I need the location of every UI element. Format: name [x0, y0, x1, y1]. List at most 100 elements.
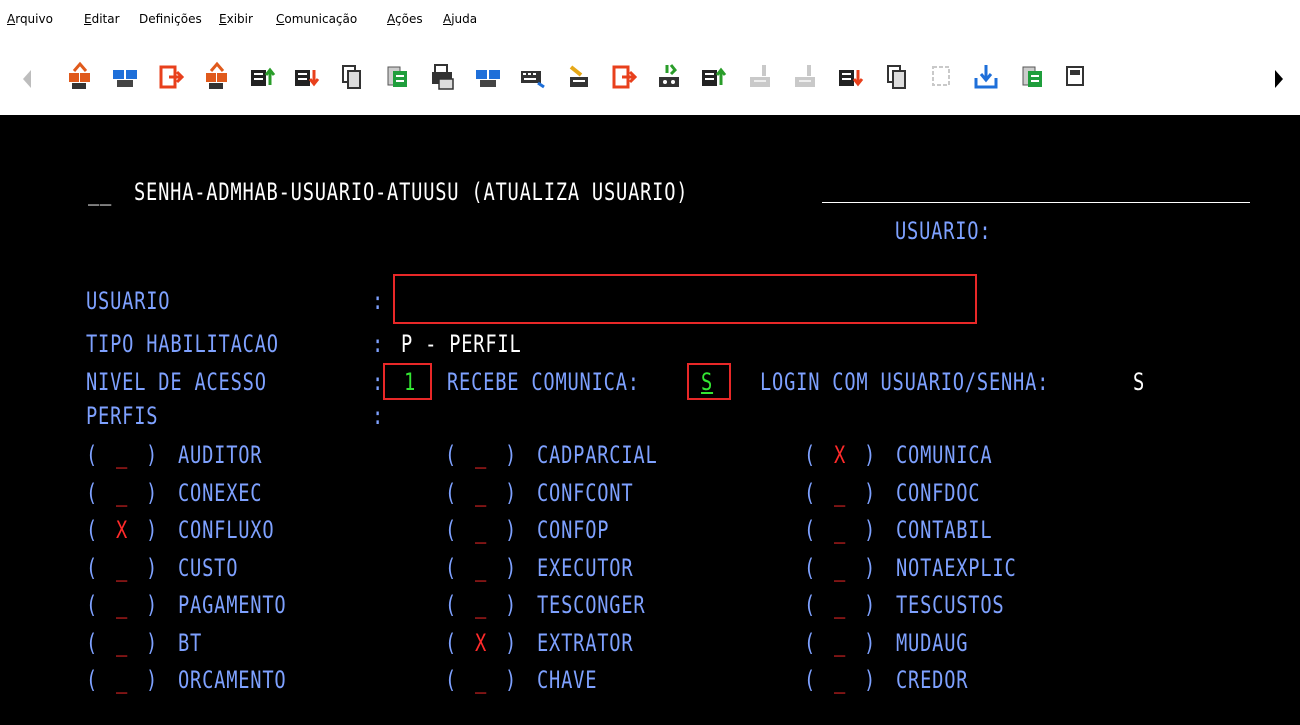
scroll-left-icon[interactable]: [20, 68, 34, 90]
refresh-disabled-icon[interactable]: [927, 61, 955, 93]
menu-arquivo[interactable]: Arquivo: [7, 12, 53, 26]
perfil-checkbox-mark[interactable]: _: [475, 516, 487, 544]
send-orange-icon[interactable]: [66, 61, 94, 93]
perfil-name: CONFOP: [537, 516, 610, 544]
send-orange-icon[interactable]: [203, 61, 231, 93]
perfil-bracket-open: (: [445, 441, 458, 469]
green-doc-icon[interactable]: [1018, 61, 1046, 93]
perfil-checkbox-mark[interactable]: X: [116, 516, 128, 544]
perfil-name: PAGAMENTO: [178, 591, 287, 619]
green-doc-icon[interactable]: [383, 61, 411, 93]
perfil-checkbox-mark[interactable]: _: [475, 479, 487, 507]
perfil-name: CHAVE: [537, 666, 598, 694]
perfil-name: CONTABIL: [896, 516, 993, 544]
perfil-bracket-close: ): [146, 666, 159, 694]
perfil-checkbox-mark[interactable]: _: [116, 629, 128, 657]
perfil-checkbox-mark[interactable]: _: [834, 591, 846, 619]
terminal-screen: __ SENHA-ADMHAB-USUARIO-ATUUSU (ATUALIZA…: [0, 115, 1300, 725]
perfil-bracket-close: ): [505, 666, 518, 694]
perfil-checkbox-mark[interactable]: _: [116, 441, 128, 469]
perfil-bracket-close: ): [505, 516, 518, 544]
perfil-checkbox-mark[interactable]: X: [834, 441, 846, 469]
receive-icon[interactable]: [655, 61, 683, 93]
connect-blue-icon[interactable]: [474, 61, 502, 93]
usuario-input[interactable]: [393, 274, 977, 324]
perfil-bracket-open: (: [86, 628, 99, 657]
perfil-checkbox-mark[interactable]: _: [475, 591, 487, 619]
perfil-checkbox-mark[interactable]: _: [834, 479, 846, 507]
download-icon[interactable]: [292, 61, 320, 93]
menu-definicoes[interactable]: Definições: [139, 12, 202, 26]
menu-editar[interactable]: Editar: [84, 12, 120, 26]
perfil-name: CONFCONT: [537, 478, 634, 507]
perfil-name: TESCONGER: [537, 591, 646, 619]
upload-icon[interactable]: [699, 61, 727, 93]
perfil-bracket-close: ): [505, 628, 518, 657]
perfil-checkbox-mark[interactable]: _: [834, 666, 846, 694]
perfil-name: COMUNICA: [896, 441, 993, 469]
menu-acoes[interactable]: Ações: [387, 12, 423, 26]
perfil-checkbox-mark[interactable]: _: [116, 666, 128, 694]
upload-icon[interactable]: [248, 61, 276, 93]
keyboard-icon[interactable]: [518, 61, 546, 93]
exit-red-icon[interactable]: [610, 61, 638, 93]
perfil-name: CREDOR: [896, 666, 969, 694]
exit-red-icon[interactable]: [157, 61, 185, 93]
title-underline: [822, 202, 1250, 203]
perfil-checkbox-mark[interactable]: _: [475, 666, 487, 694]
perfil-checkbox-mark[interactable]: _: [116, 591, 128, 619]
copy-icon[interactable]: [337, 61, 365, 93]
perfil-bracket-open: (: [445, 628, 458, 657]
nivel-acesso-value: 1: [404, 368, 417, 396]
print-icon[interactable]: [429, 61, 457, 93]
perfil-bracket-open: (: [445, 478, 458, 507]
disabled-icon[interactable]: [746, 61, 774, 93]
header-usuario-label: USUARIO:: [895, 217, 992, 245]
perfil-checkbox-mark[interactable]: _: [116, 554, 128, 582]
perfil-checkbox-mark[interactable]: _: [834, 629, 846, 657]
menu-comunicacao[interactable]: Comunicação: [276, 12, 357, 26]
download-icon[interactable]: [836, 61, 864, 93]
perfil-bracket-open: (: [445, 553, 458, 582]
perfil-bracket-open: (: [804, 516, 817, 544]
disabled-icon[interactable]: [791, 61, 819, 93]
scroll-right-icon[interactable]: [1272, 68, 1286, 90]
toolbar: [0, 40, 1300, 115]
perfil-name: CONEXEC: [178, 478, 263, 507]
perfil-bracket-open: (: [86, 441, 99, 469]
perfil-bracket-open: (: [804, 441, 817, 469]
perfil-bracket-open: (: [804, 553, 817, 582]
brush-icon[interactable]: [565, 61, 593, 93]
perfil-bracket-close: ): [505, 553, 518, 582]
perfil-bracket-close: ): [864, 441, 877, 469]
perfil-checkbox-mark[interactable]: X: [475, 629, 487, 657]
perfil-name: EXTRATOR: [537, 628, 634, 657]
perfil-checkbox-mark[interactable]: _: [475, 554, 487, 582]
save-down-icon[interactable]: [972, 61, 1000, 93]
perfil-bracket-open: (: [804, 666, 817, 694]
perfil-bracket-close: ): [146, 628, 159, 657]
copy-icon[interactable]: [882, 61, 910, 93]
perfis-label: PERFIS: [86, 402, 159, 430]
tipo-habilitacao-label: TIPO HABILITACAO: [86, 330, 279, 358]
perfil-bracket-close: ): [505, 478, 518, 507]
perfil-checkbox-mark[interactable]: _: [834, 554, 846, 582]
perfil-name: EXECUTOR: [537, 553, 634, 582]
macro-icon[interactable]: [1061, 61, 1089, 93]
menu-exibir[interactable]: Exibir: [219, 12, 253, 26]
connect-blue-icon[interactable]: [111, 61, 139, 93]
sep: :: [372, 402, 385, 430]
perfil-name: CONFLUXO: [178, 516, 275, 544]
perfil-bracket-close: ): [864, 591, 877, 619]
perfil-bracket-open: (: [804, 591, 817, 619]
menu-ajuda[interactable]: Ajuda: [443, 12, 477, 26]
perfil-checkbox-mark[interactable]: _: [834, 516, 846, 544]
perfil-bracket-close: ): [146, 441, 159, 469]
login-value: S: [1133, 368, 1146, 396]
perfil-checkbox-mark[interactable]: _: [116, 479, 128, 507]
tipo-habilitacao-value: P - PERFIL: [401, 330, 522, 358]
perfil-bracket-close: ): [864, 516, 877, 544]
perfil-bracket-close: ): [864, 553, 877, 582]
perfil-checkbox-mark[interactable]: _: [475, 441, 487, 469]
perfil-name: ORCAMENTO: [178, 666, 287, 694]
